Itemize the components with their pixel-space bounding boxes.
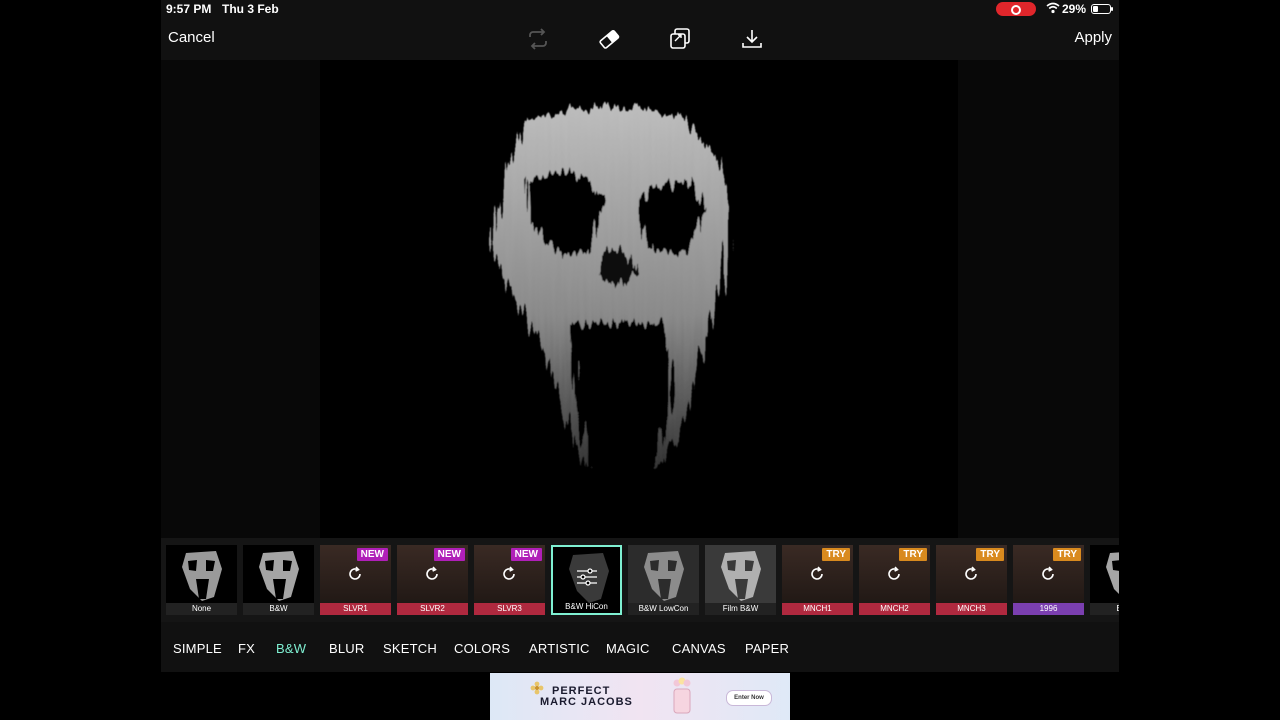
tab-colors[interactable]: COLORS bbox=[454, 641, 510, 656]
filter-thumb-slvr1[interactable]: NEW SLVR1 bbox=[320, 545, 391, 615]
ghost-face-image bbox=[490, 106, 732, 490]
daisy-icon bbox=[530, 681, 544, 695]
tab-canvas[interactable]: CANVAS bbox=[672, 641, 726, 656]
filter-thumb-mnch3[interactable]: TRY MNCH3 bbox=[936, 545, 1007, 615]
filter-category-tabs: SIMPLE FX B&W BLUR SKETCH COLORS ARTISTI… bbox=[161, 622, 1119, 672]
screen-recording-icon[interactable] bbox=[996, 2, 1036, 16]
filter-label: SLVR3 bbox=[474, 603, 545, 615]
filter-thumb-1996[interactable]: TRY 1996 bbox=[1013, 545, 1084, 615]
tab-paper[interactable]: PAPER bbox=[745, 641, 789, 656]
try-badge: TRY bbox=[976, 548, 1004, 561]
adjust-sliders-icon[interactable] bbox=[575, 567, 599, 587]
filter-label: 1996 bbox=[1013, 603, 1084, 615]
filter-label: MNCH2 bbox=[859, 603, 930, 615]
top-toolbar: Cancel Apply bbox=[161, 18, 1119, 60]
image-canvas[interactable] bbox=[320, 60, 958, 538]
tab-bw[interactable]: B&W bbox=[276, 641, 306, 656]
filter-label: SLVR2 bbox=[397, 603, 468, 615]
tab-sketch[interactable]: SKETCH bbox=[383, 641, 437, 656]
try-badge: TRY bbox=[899, 548, 927, 561]
perfume-bottle-icon bbox=[673, 677, 691, 714]
refresh-icon bbox=[503, 566, 515, 580]
new-badge: NEW bbox=[433, 548, 465, 561]
filter-preview bbox=[705, 545, 776, 603]
wifi-icon bbox=[1046, 2, 1060, 14]
compare-icon[interactable] bbox=[667, 26, 693, 52]
tab-fx[interactable]: FX bbox=[238, 641, 255, 656]
ad-brand: MARC JACOBS bbox=[540, 696, 633, 708]
try-badge: TRY bbox=[1053, 548, 1081, 561]
workspace bbox=[161, 60, 1119, 538]
refresh-icon bbox=[426, 566, 438, 580]
new-badge: NEW bbox=[356, 548, 388, 561]
filter-thumb-bw-lowcon[interactable]: B&W LowCon bbox=[628, 545, 699, 615]
filter-strip[interactable]: None B&W NEW SLVR1 NEW SLVR2 NEW SLVR3 B… bbox=[161, 538, 1119, 622]
filter-label: MNCH3 bbox=[936, 603, 1007, 615]
filter-preview bbox=[1090, 545, 1119, 603]
ad-banner[interactable]: PERFECT MARC JACOBS Enter Now bbox=[490, 673, 790, 720]
filter-preview bbox=[166, 545, 237, 603]
filter-thumb-slvr2[interactable]: NEW SLVR2 bbox=[397, 545, 468, 615]
refresh-icon bbox=[349, 566, 361, 580]
new-badge: NEW bbox=[510, 548, 542, 561]
battery-icon bbox=[1091, 4, 1113, 14]
filter-label: B&W HiCon bbox=[565, 602, 608, 611]
filter-label: B&W LowCon bbox=[638, 604, 689, 613]
refresh-icon bbox=[1042, 566, 1054, 580]
refresh-icon bbox=[965, 566, 977, 580]
enter-now-button[interactable]: Enter Now bbox=[726, 690, 772, 706]
filter-preview bbox=[628, 545, 699, 603]
filter-label: B&W bbox=[269, 604, 288, 613]
filter-thumb-bw-2[interactable]: B&W bbox=[1090, 545, 1119, 615]
filter-label: B&W bbox=[1090, 603, 1119, 615]
refresh-icon bbox=[811, 566, 823, 580]
filter-label: Film B&W bbox=[722, 604, 759, 613]
filter-thumb-bw[interactable]: B&W bbox=[243, 545, 314, 615]
filter-thumb-slvr3[interactable]: NEW SLVR3 bbox=[474, 545, 545, 615]
status-bar: 9:57 PM Thu 3 Feb 29% bbox=[161, 0, 1119, 18]
filter-thumb-none[interactable]: None bbox=[166, 545, 237, 615]
cancel-button[interactable]: Cancel bbox=[168, 29, 215, 46]
repeat-icon[interactable] bbox=[525, 26, 551, 52]
filter-thumb-mnch2[interactable]: TRY MNCH2 bbox=[859, 545, 930, 615]
tab-artistic[interactable]: ARTISTIC bbox=[529, 641, 590, 656]
filter-preview bbox=[243, 545, 314, 603]
tab-blur[interactable]: BLUR bbox=[329, 641, 364, 656]
battery-percent: 29% bbox=[1062, 2, 1087, 16]
eraser-icon[interactable] bbox=[596, 26, 622, 52]
try-badge: TRY bbox=[822, 548, 850, 561]
filter-label: SLVR1 bbox=[320, 603, 391, 615]
tab-simple[interactable]: SIMPLE bbox=[173, 641, 222, 656]
filter-thumb-mnch1[interactable]: TRY MNCH1 bbox=[782, 545, 853, 615]
apply-button[interactable]: Apply bbox=[1074, 29, 1112, 46]
status-time: 9:57 PM bbox=[166, 2, 212, 16]
tab-magic[interactable]: MAGIC bbox=[606, 641, 650, 656]
download-icon[interactable] bbox=[739, 26, 765, 52]
filter-thumb-film-bw[interactable]: Film B&W bbox=[705, 545, 776, 615]
status-date: Thu 3 Feb bbox=[222, 2, 279, 16]
filter-label: None bbox=[191, 604, 212, 613]
filter-thumb-bw-hicon[interactable]: B&W HiCon bbox=[551, 545, 622, 615]
refresh-icon bbox=[888, 566, 900, 580]
filter-label: MNCH1 bbox=[782, 603, 853, 615]
